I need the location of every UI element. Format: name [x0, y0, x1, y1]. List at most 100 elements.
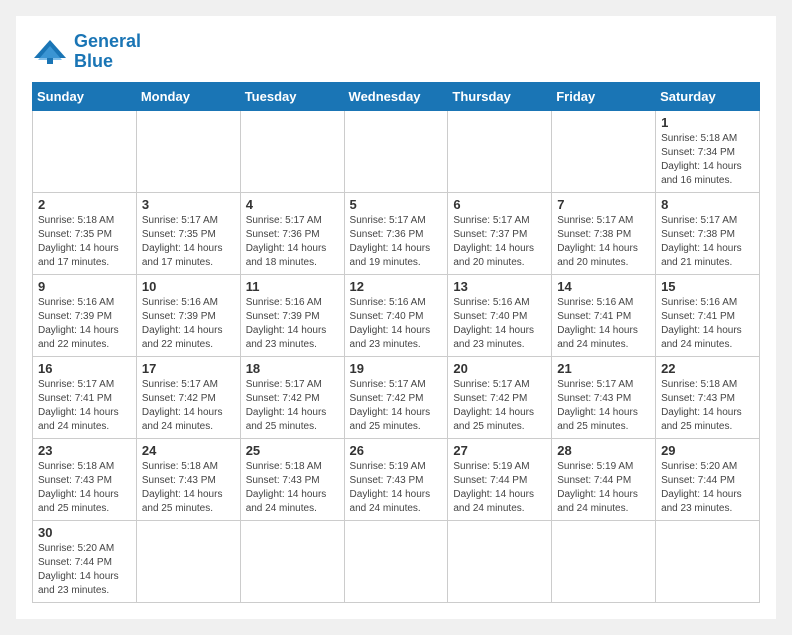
header: General Blue — [32, 32, 760, 72]
cell-info: Sunrise: 5:18 AM Sunset: 7:34 PM Dayligh… — [661, 132, 754, 188]
calendar-cell: 17 Sunrise: 5:17 AM Sunset: 7:42 PM Dayli… — [136, 356, 240, 438]
day-number: 22 — [661, 361, 754, 376]
day-number: 1 — [661, 115, 754, 130]
calendar-cell — [136, 520, 240, 602]
weekday-header: Wednesday — [344, 82, 448, 110]
day-number: 24 — [142, 443, 235, 458]
calendar-cell: 25Sunrise: 5:18 AM Sunset: 7:43 PM Dayli… — [240, 438, 344, 520]
calendar-cell — [448, 110, 552, 192]
cell-info: Sunrise: 5:16 AM Sunset: 7:40 PM Dayligh… — [350, 296, 443, 352]
weekday-header: Sunday — [33, 82, 137, 110]
logo: General Blue — [32, 32, 141, 72]
cell-info: Sunrise: 5:17 AM Sunset: 7:42 PM Dayligh… — [142, 378, 235, 434]
calendar-cell: 4 Sunrise: 5:17 AM Sunset: 7:36 PM Daylig… — [240, 192, 344, 274]
day-number: 29 — [661, 443, 754, 458]
week-row: 9 Sunrise: 5:16 AM Sunset: 7:39 PM Daylig… — [33, 274, 760, 356]
calendar-cell: 11 Sunrise: 5:16 AM Sunset: 7:39 PM Dayli… — [240, 274, 344, 356]
calendar-cell: 14Sunrise: 5:16 AM Sunset: 7:41 PM Dayli… — [552, 274, 656, 356]
day-number: 27 — [453, 443, 546, 458]
cell-info: Sunrise: 5:20 AM Sunset: 7:44 PM Dayligh… — [661, 460, 754, 516]
calendar-cell: 26 Sunrise: 5:19 AM Sunset: 7:43 PM Dayli… — [344, 438, 448, 520]
day-number: 5 — [350, 197, 443, 212]
cell-info: Sunrise: 5:16 AM Sunset: 7:39 PM Dayligh… — [246, 296, 339, 352]
day-number: 26 — [350, 443, 443, 458]
calendar-cell — [552, 110, 656, 192]
day-number: 30 — [38, 525, 131, 540]
cell-info: Sunrise: 5:16 AM Sunset: 7:41 PM Dayligh… — [557, 296, 650, 352]
weekday-header: Friday — [552, 82, 656, 110]
calendar-cell — [344, 110, 448, 192]
cell-info: Sunrise: 5:17 AM Sunset: 7:42 PM Dayligh… — [350, 378, 443, 434]
calendar-cell: 10 Sunrise: 5:16 AM Sunset: 7:39 PM Dayli… — [136, 274, 240, 356]
week-row: 23Sunrise: 5:18 AM Sunset: 7:43 PM Dayli… — [33, 438, 760, 520]
cell-info: Sunrise: 5:16 AM Sunset: 7:41 PM Dayligh… — [661, 296, 754, 352]
cell-info: Sunrise: 5:17 AM Sunset: 7:38 PM Dayligh… — [557, 214, 650, 270]
calendar-cell: 19Sunrise: 5:17 AM Sunset: 7:42 PM Dayli… — [344, 356, 448, 438]
calendar-cell: 27Sunrise: 5:19 AM Sunset: 7:44 PM Dayli… — [448, 438, 552, 520]
calendar-cell: 29 Sunrise: 5:20 AM Sunset: 7:44 PM Dayli… — [656, 438, 760, 520]
cell-info: Sunrise: 5:17 AM Sunset: 7:35 PM Dayligh… — [142, 214, 235, 270]
calendar-cell: 3Sunrise: 5:17 AM Sunset: 7:35 PM Daylig… — [136, 192, 240, 274]
calendar-cell: 1 Sunrise: 5:18 AM Sunset: 7:34 PM Daylig… — [656, 110, 760, 192]
cell-info: Sunrise: 5:18 AM Sunset: 7:43 PM Dayligh… — [142, 460, 235, 516]
logo-text: General Blue — [74, 32, 141, 72]
cell-info: Sunrise: 5:17 AM Sunset: 7:36 PM Dayligh… — [246, 214, 339, 270]
calendar-cell: 18 Sunrise: 5:17 AM Sunset: 7:42 PM Dayli… — [240, 356, 344, 438]
week-row: 2 Sunrise: 5:18 AM Sunset: 7:35 PM Daylig… — [33, 192, 760, 274]
calendar-table: SundayMondayTuesdayWednesdayThursdayFrid… — [32, 82, 760, 603]
cell-info: Sunrise: 5:18 AM Sunset: 7:35 PM Dayligh… — [38, 214, 131, 270]
cell-info: Sunrise: 5:16 AM Sunset: 7:39 PM Dayligh… — [38, 296, 131, 352]
week-row: 30Sunrise: 5:20 AM Sunset: 7:44 PM Dayli… — [33, 520, 760, 602]
calendar-cell: 24 Sunrise: 5:18 AM Sunset: 7:43 PM Dayli… — [136, 438, 240, 520]
calendar-cell: 9 Sunrise: 5:16 AM Sunset: 7:39 PM Daylig… — [33, 274, 137, 356]
day-number: 16 — [38, 361, 131, 376]
calendar-cell — [552, 520, 656, 602]
weekday-header: Saturday — [656, 82, 760, 110]
day-number: 11 — [246, 279, 339, 294]
day-number: 25 — [246, 443, 339, 458]
calendar-cell: 8Sunrise: 5:17 AM Sunset: 7:38 PM Daylig… — [656, 192, 760, 274]
day-number: 2 — [38, 197, 131, 212]
cell-info: Sunrise: 5:18 AM Sunset: 7:43 PM Dayligh… — [38, 460, 131, 516]
day-number: 21 — [557, 361, 650, 376]
cell-info: Sunrise: 5:17 AM Sunset: 7:36 PM Dayligh… — [350, 214, 443, 270]
calendar-page: General Blue SundayMondayTuesdayWednesda… — [16, 16, 776, 619]
calendar-cell: 20Sunrise: 5:17 AM Sunset: 7:42 PM Dayli… — [448, 356, 552, 438]
week-row: 1 Sunrise: 5:18 AM Sunset: 7:34 PM Daylig… — [33, 110, 760, 192]
cell-info: Sunrise: 5:17 AM Sunset: 7:43 PM Dayligh… — [557, 378, 650, 434]
week-row: 16Sunrise: 5:17 AM Sunset: 7:41 PM Dayli… — [33, 356, 760, 438]
day-number: 4 — [246, 197, 339, 212]
day-number: 10 — [142, 279, 235, 294]
calendar-cell — [656, 520, 760, 602]
calendar-cell: 21 Sunrise: 5:17 AM Sunset: 7:43 PM Dayli… — [552, 356, 656, 438]
day-number: 28 — [557, 443, 650, 458]
logo-icon — [32, 38, 68, 66]
day-number: 20 — [453, 361, 546, 376]
cell-info: Sunrise: 5:19 AM Sunset: 7:44 PM Dayligh… — [557, 460, 650, 516]
cell-info: Sunrise: 5:17 AM Sunset: 7:37 PM Dayligh… — [453, 214, 546, 270]
cell-info: Sunrise: 5:17 AM Sunset: 7:42 PM Dayligh… — [246, 378, 339, 434]
cell-info: Sunrise: 5:19 AM Sunset: 7:43 PM Dayligh… — [350, 460, 443, 516]
day-number: 17 — [142, 361, 235, 376]
calendar-cell: 13 Sunrise: 5:16 AM Sunset: 7:40 PM Dayli… — [448, 274, 552, 356]
cell-info: Sunrise: 5:16 AM Sunset: 7:39 PM Dayligh… — [142, 296, 235, 352]
day-number: 12 — [350, 279, 443, 294]
calendar-cell — [240, 110, 344, 192]
day-number: 7 — [557, 197, 650, 212]
calendar-cell — [344, 520, 448, 602]
calendar-cell: 2 Sunrise: 5:18 AM Sunset: 7:35 PM Daylig… — [33, 192, 137, 274]
calendar-cell: 16Sunrise: 5:17 AM Sunset: 7:41 PM Dayli… — [33, 356, 137, 438]
calendar-cell: 12 Sunrise: 5:16 AM Sunset: 7:40 PM Dayli… — [344, 274, 448, 356]
calendar-cell — [448, 520, 552, 602]
day-number: 13 — [453, 279, 546, 294]
cell-info: Sunrise: 5:18 AM Sunset: 7:43 PM Dayligh… — [661, 378, 754, 434]
day-number: 18 — [246, 361, 339, 376]
weekday-header: Thursday — [448, 82, 552, 110]
weekday-header: Monday — [136, 82, 240, 110]
day-number: 9 — [38, 279, 131, 294]
calendar-cell: 5 Sunrise: 5:17 AM Sunset: 7:36 PM Daylig… — [344, 192, 448, 274]
calendar-cell — [33, 110, 137, 192]
cell-info: Sunrise: 5:16 AM Sunset: 7:40 PM Dayligh… — [453, 296, 546, 352]
calendar-cell: 22 Sunrise: 5:18 AM Sunset: 7:43 PM Dayli… — [656, 356, 760, 438]
calendar-cell: 6Sunrise: 5:17 AM Sunset: 7:37 PM Daylig… — [448, 192, 552, 274]
